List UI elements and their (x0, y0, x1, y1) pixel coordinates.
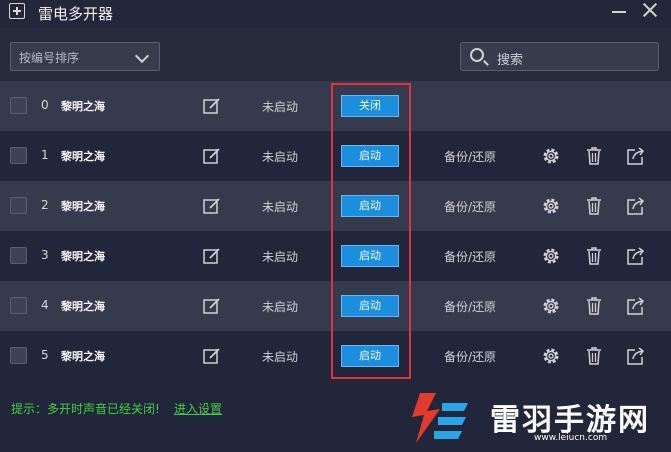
edit-icon[interactable] (203, 97, 221, 115)
edit-icon[interactable] (203, 197, 221, 215)
edit-icon[interactable] (203, 147, 221, 165)
sort-select-label: 按编号排序 (19, 51, 80, 65)
instance-row: 1 黎明之海 未启动 启动 备份/还原 (0, 131, 671, 181)
backup-restore-link[interactable]: 备份/还原 (444, 348, 496, 365)
start-stop-button[interactable]: 关闭 (341, 95, 399, 117)
gear-icon[interactable] (541, 146, 561, 166)
instance-index: 4 (41, 298, 49, 312)
gear-icon[interactable] (541, 346, 561, 366)
search-placeholder: 搜索 (497, 53, 524, 68)
add-window-icon[interactable] (9, 3, 25, 19)
instance-row: 5 黎明之海 未启动 启动 备份/还原 (0, 331, 671, 381)
instance-name: 黎明之海 (61, 300, 105, 313)
edit-icon[interactable] (203, 347, 221, 365)
row-checkbox[interactable] (10, 297, 27, 314)
sort-select[interactable]: 按编号排序 (10, 42, 160, 71)
window-title: 雷电多开器 (38, 5, 114, 23)
gear-icon[interactable] (541, 196, 561, 216)
instance-row: 3 黎明之海 未启动 启动 备份/还原 (0, 231, 671, 281)
row-checkbox[interactable] (10, 197, 27, 214)
row-checkbox[interactable] (10, 97, 27, 114)
minimize-icon[interactable] (612, 11, 626, 13)
instance-name: 黎明之海 (61, 200, 105, 213)
share-icon[interactable] (626, 146, 646, 166)
share-icon[interactable] (626, 196, 646, 216)
row-checkbox[interactable] (10, 247, 27, 264)
trash-icon[interactable] (584, 146, 604, 166)
instance-name: 黎明之海 (61, 250, 105, 263)
watermark-url: www.leiucn.com (534, 433, 608, 443)
start-stop-button[interactable]: 启动 (341, 195, 399, 217)
start-stop-button[interactable]: 启动 (341, 295, 399, 317)
instance-index: 5 (41, 348, 49, 362)
instance-name: 黎明之海 (61, 350, 105, 363)
start-stop-button[interactable]: 启动 (341, 345, 399, 367)
title-bar: 雷电多开器 (0, 0, 671, 28)
share-icon[interactable] (626, 296, 646, 316)
share-icon[interactable] (626, 246, 646, 266)
instance-name: 黎明之海 (61, 100, 105, 113)
search-input[interactable]: 搜索 (460, 42, 659, 71)
instance-status: 未启动 (262, 150, 299, 164)
instance-index: 0 (41, 98, 49, 112)
instance-name: 黎明之海 (61, 150, 105, 163)
instance-status: 未启动 (262, 100, 299, 114)
row-checkbox[interactable] (10, 347, 27, 364)
chevron-down-icon (134, 48, 150, 64)
instance-status: 未启动 (262, 350, 299, 364)
tip-text: 提示：多开时声音已经关闭! (11, 402, 160, 416)
close-icon[interactable] (642, 2, 658, 18)
backup-restore-link[interactable]: 备份/还原 (444, 298, 496, 315)
trash-icon[interactable] (584, 296, 604, 316)
watermark-logo (412, 393, 468, 443)
gear-icon[interactable] (541, 296, 561, 316)
backup-restore-link[interactable]: 备份/还原 (444, 248, 496, 265)
instance-status: 未启动 (262, 200, 299, 214)
instance-index: 2 (41, 198, 49, 212)
instance-index: 1 (41, 148, 49, 162)
edit-icon[interactable] (203, 297, 221, 315)
search-icon (470, 48, 484, 62)
instance-status: 未启动 (262, 250, 299, 264)
instance-status: 未启动 (262, 300, 299, 314)
instance-index: 3 (41, 248, 49, 262)
row-checkbox[interactable] (10, 147, 27, 164)
instance-row: 4 黎明之海 未启动 启动 备份/还原 (0, 281, 671, 331)
backup-restore-link[interactable]: 备份/还原 (444, 198, 496, 215)
edit-icon[interactable] (203, 247, 221, 265)
settings-link[interactable]: 进入设置 (174, 400, 222, 417)
instance-row: 2 黎明之海 未启动 启动 备份/还原 (0, 181, 671, 231)
trash-icon[interactable] (584, 246, 604, 266)
backup-restore-link[interactable]: 备份/还原 (444, 148, 496, 165)
start-stop-button[interactable]: 启动 (341, 245, 399, 267)
share-icon[interactable] (626, 346, 646, 366)
start-stop-button[interactable]: 启动 (341, 145, 399, 167)
trash-icon[interactable] (584, 346, 604, 366)
gear-icon[interactable] (541, 246, 561, 266)
trash-icon[interactable] (584, 196, 604, 216)
instance-row: 0 黎明之海 未启动 关闭 (0, 81, 671, 131)
